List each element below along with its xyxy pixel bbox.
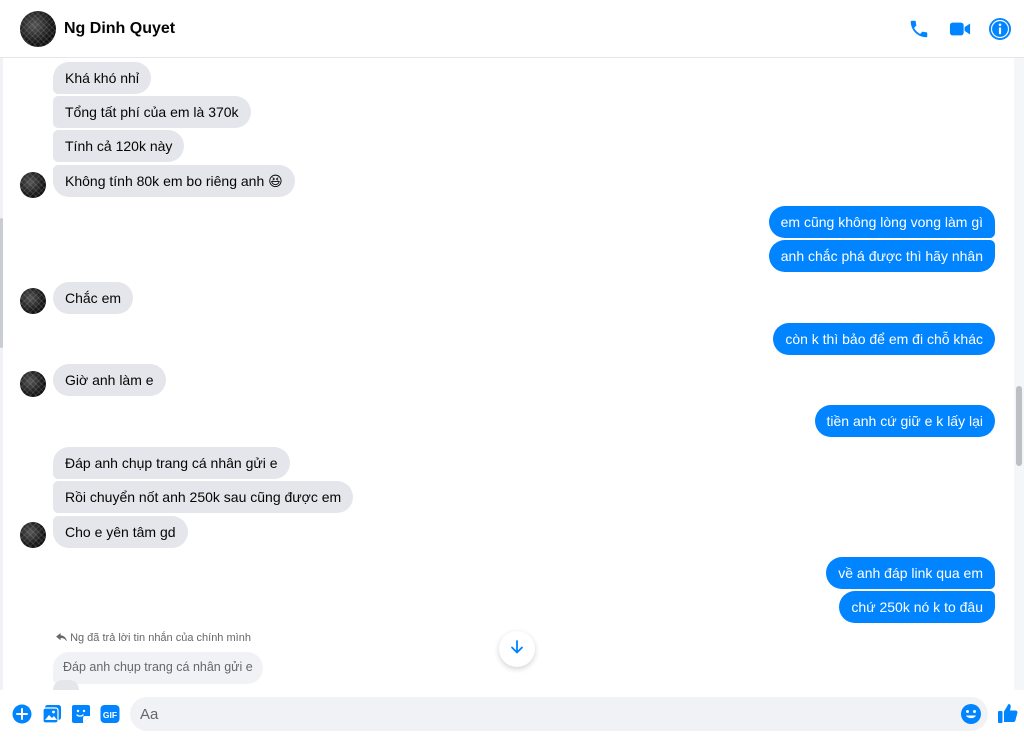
message-scrollbar[interactable] (1014, 58, 1024, 690)
composer: GIF (0, 690, 1024, 743)
sender-avatar[interactable] (20, 288, 46, 314)
info-icon[interactable] (988, 17, 1012, 41)
phone-icon[interactable] (907, 17, 931, 41)
sender-avatar[interactable] (20, 172, 46, 198)
chat-header: Ng Dinh Quyet (0, 0, 1024, 58)
reply-note-text: Ng đã trả lời tin nhắn của chính mình (70, 632, 251, 644)
arrow-down-icon (509, 639, 525, 660)
message-input[interactable] (140, 697, 950, 731)
message-incoming[interactable]: Tính cả 120k này (53, 130, 185, 162)
reply-arrow-icon (56, 632, 70, 644)
message-incoming[interactable]: Giờ anh làm e (53, 364, 166, 396)
message-outgoing[interactable]: còn k thì bảo để em đi chỗ khác (773, 323, 995, 355)
message-outgoing[interactable]: em cũng không lòng vong làm gì (768, 206, 995, 238)
message-incoming[interactable]: Đáp anh chụp trang cá nhân gửi e (53, 447, 290, 479)
message-outgoing[interactable]: tiền anh cứ giữ e k lấy lại (814, 405, 995, 437)
message-incoming[interactable]: Rồi chuyển nốt anh 250k sau cũng được em (53, 481, 354, 513)
reply-indicator: Ng đã trả lời tin nhắn của chính mình (56, 632, 251, 644)
sender-avatar[interactable] (20, 371, 46, 397)
message-input-box[interactable] (130, 697, 988, 731)
reply-bubble-partial (53, 680, 79, 690)
message-incoming[interactable]: Cho e yên tâm gd (53, 516, 188, 548)
gif-icon[interactable]: GIF (99, 703, 121, 725)
scroll-to-bottom-button[interactable] (499, 631, 535, 667)
sticker-icon[interactable] (70, 703, 92, 725)
quoted-message[interactable]: Đáp anh chụp trang cá nhân gửi e (53, 652, 263, 684)
video-camera-icon[interactable] (948, 17, 972, 41)
message-incoming[interactable]: Không tính 80k em bo riêng anh 😆 (53, 165, 295, 197)
message-incoming[interactable]: Chắc em (53, 282, 134, 314)
plus-icon[interactable] (11, 703, 33, 725)
message-outgoing[interactable]: chứ 250k nó k to đâu (839, 591, 995, 623)
sender-avatar[interactable] (20, 522, 46, 548)
emoji-icon[interactable] (960, 703, 982, 725)
message-list: Khá khó nhỉ Tổng tất phí của em là 370k … (0, 58, 1014, 690)
scrollbar-thumb[interactable] (1016, 386, 1022, 466)
image-icon[interactable] (41, 703, 63, 725)
contact-avatar[interactable] (20, 11, 56, 47)
message-incoming[interactable]: Khá khó nhỉ (53, 62, 151, 94)
contact-name[interactable]: Ng Dinh Quyet (64, 20, 175, 38)
thumbs-up-icon[interactable] (997, 702, 1019, 724)
gif-label: GIF (103, 710, 117, 720)
message-outgoing[interactable]: anh chắc phá được thì hãy nhân (768, 240, 995, 272)
message-outgoing[interactable]: về anh đáp link qua em (826, 557, 995, 589)
message-incoming[interactable]: Tổng tất phí của em là 370k (53, 96, 251, 128)
